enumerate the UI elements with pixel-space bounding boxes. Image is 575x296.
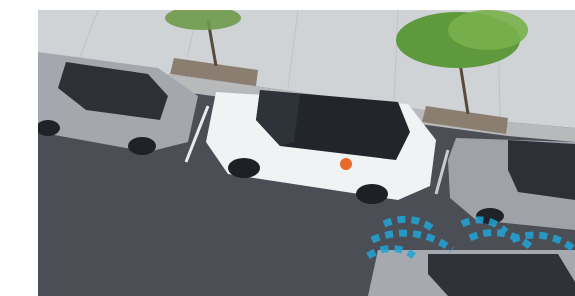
parking-photo (38, 10, 575, 296)
left-margin (0, 0, 38, 296)
silver-car-bottom (368, 250, 575, 296)
screenshot-frame (0, 0, 575, 296)
orange-emblem (340, 158, 352, 170)
parking-scene-svg (38, 10, 575, 296)
